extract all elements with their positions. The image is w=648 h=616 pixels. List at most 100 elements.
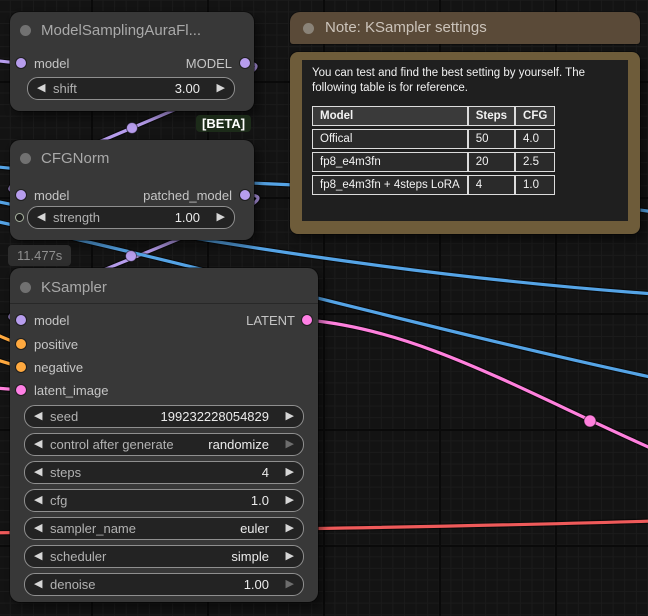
widget-label: cfg	[50, 493, 68, 508]
widget-cfg[interactable]: ◀ cfg 1.0 ▶	[24, 489, 304, 512]
increment-arrow-icon[interactable]: ▶	[286, 577, 294, 592]
decrement-arrow-icon[interactable]: ◀	[34, 549, 42, 564]
execution-time-badge: 11.477s	[8, 245, 72, 266]
node-model-sampling-aura-flow[interactable]: ModelSamplingAuraFl... model MODEL ◀ shi…	[10, 12, 254, 111]
input-slot-model[interactable]	[16, 315, 26, 325]
input-slot-model[interactable]	[16, 58, 26, 68]
increment-arrow-icon[interactable]: ▶	[286, 437, 294, 452]
widget-label: strength	[53, 210, 100, 225]
widget-steps[interactable]: ◀ steps 4 ▶	[24, 461, 304, 484]
cell-cfg: 4.0	[515, 128, 556, 149]
input-label-positive: positive	[34, 337, 79, 352]
collapse-dot[interactable]	[20, 282, 31, 293]
increment-arrow-icon[interactable]: ▶	[286, 465, 294, 480]
widget-value[interactable]: 1.00	[175, 210, 200, 226]
input-label-model: model	[34, 56, 70, 71]
cell-steps: 50	[467, 128, 516, 149]
widget-value[interactable]: 1.00	[244, 577, 269, 593]
title-divider	[10, 303, 318, 304]
input-label-model: model	[34, 188, 70, 203]
collapse-dot[interactable]	[20, 153, 31, 164]
widget-shift[interactable]: ◀ shift 3.00 ▶	[27, 77, 235, 100]
decrement-arrow-icon[interactable]: ◀	[34, 437, 42, 452]
widget-value[interactable]: 1.0	[251, 493, 269, 509]
increment-arrow-icon[interactable]: ▶	[217, 81, 225, 96]
note-node-header[interactable]: Note: KSampler settings	[290, 12, 640, 44]
increment-arrow-icon[interactable]: ▶	[217, 210, 225, 225]
input-slot-latent-image[interactable]	[16, 385, 26, 395]
widget-sampler-name[interactable]: ◀ sampler_name euler ▶	[24, 517, 304, 540]
node-title: KSampler	[41, 279, 107, 296]
table-header-steps: Steps	[467, 105, 516, 126]
increment-arrow-icon[interactable]: ▶	[286, 409, 294, 424]
collapse-dot[interactable]	[303, 23, 314, 34]
widget-label: sampler_name	[50, 521, 136, 536]
output-label-latent: LATENT	[246, 313, 295, 328]
decrement-arrow-icon[interactable]: ◀	[34, 465, 42, 480]
widget-label: denoise	[50, 577, 96, 592]
node-ksampler[interactable]: KSampler model positive negative latent_…	[10, 268, 318, 602]
link-dot-latent	[583, 414, 597, 428]
input-label-negative: negative	[34, 360, 84, 375]
note-paragraph: You can test and find the best setting b…	[312, 67, 585, 94]
table-header-model: Model	[312, 105, 468, 126]
output-label-patched-model: patched_model	[143, 188, 232, 203]
table-row: fp8_e4m3fn + 4steps LoRA 4 1.0	[312, 174, 556, 195]
increment-arrow-icon[interactable]: ▶	[286, 521, 294, 536]
widget-value[interactable]: 4	[262, 465, 269, 481]
collapse-dot[interactable]	[20, 25, 31, 36]
widget-control-after-generate[interactable]: ◀ control after generate randomize ▶	[24, 433, 304, 456]
node-title: ModelSamplingAuraFl...	[41, 22, 202, 39]
widget-label: control after generate	[50, 437, 174, 452]
widget-value[interactable]: euler	[240, 521, 269, 537]
strength-input-socket[interactable]	[15, 213, 24, 222]
widget-strength[interactable]: ◀ strength 1.00 ▶	[27, 206, 235, 229]
output-label-model: MODEL	[185, 56, 232, 71]
note-node-body[interactable]: You can test and find the best setting b…	[290, 52, 640, 234]
widget-label: shift	[53, 81, 77, 96]
input-label-latent-image: latent_image	[34, 383, 109, 398]
widget-value[interactable]: simple	[231, 549, 269, 565]
table-row: fp8_e4m3fn 20 2.5	[312, 151, 556, 172]
input-slot-positive[interactable]	[16, 339, 26, 349]
input-label-model: model	[34, 313, 70, 328]
input-slot-model[interactable]	[16, 190, 26, 200]
link-dot-model	[126, 122, 138, 134]
output-slot-patched-model[interactable]	[240, 190, 250, 200]
widget-denoise[interactable]: ◀ denoise 1.00 ▶	[24, 573, 304, 596]
widget-value[interactable]: randomize	[208, 437, 269, 453]
cell-steps: 20	[467, 151, 516, 172]
note-reference-table: Model Steps CFG Offical 50 4.0 fp8_e4m3f…	[312, 103, 556, 198]
cell-cfg: 2.5	[515, 151, 556, 172]
decrement-arrow-icon[interactable]: ◀	[34, 521, 42, 536]
node-cfgnorm[interactable]: CFGNorm model patched_model ◀ strength 1…	[10, 140, 254, 240]
note-content: You can test and find the best setting b…	[302, 60, 628, 221]
cell-model: fp8_e4m3fn	[312, 151, 468, 172]
widget-label: scheduler	[50, 549, 107, 564]
decrement-arrow-icon[interactable]: ◀	[37, 81, 45, 96]
widget-label: seed	[50, 409, 79, 424]
node-graph-canvas[interactable]: ModelSamplingAuraFl... model MODEL ◀ shi…	[0, 0, 648, 616]
table-header-cfg: CFG	[515, 105, 556, 126]
increment-arrow-icon[interactable]: ▶	[286, 493, 294, 508]
cell-model: Offical	[312, 128, 468, 149]
decrement-arrow-icon[interactable]: ◀	[34, 409, 42, 424]
widget-scheduler[interactable]: ◀ scheduler simple ▶	[24, 545, 304, 568]
decrement-arrow-icon[interactable]: ◀	[34, 493, 42, 508]
widget-value[interactable]: 199232228054829	[161, 409, 269, 425]
widget-value[interactable]: 3.00	[175, 81, 200, 97]
output-slot-model[interactable]	[240, 58, 250, 68]
link-dot-patched-model	[125, 250, 137, 262]
note-title: Note: KSampler settings	[325, 19, 487, 36]
cell-cfg: 1.0	[515, 174, 556, 195]
output-slot-latent[interactable]	[302, 315, 312, 325]
widget-label: steps	[50, 465, 82, 480]
widget-seed[interactable]: ◀ seed 199232228054829 ▶	[24, 405, 304, 428]
decrement-arrow-icon[interactable]: ◀	[37, 210, 45, 225]
decrement-arrow-icon[interactable]: ◀	[34, 577, 42, 592]
table-row: Offical 50 4.0	[312, 128, 556, 149]
input-slot-negative[interactable]	[16, 362, 26, 372]
increment-arrow-icon[interactable]: ▶	[286, 549, 294, 564]
beta-badge: [BETA]	[196, 115, 252, 132]
cell-steps: 4	[467, 174, 516, 195]
